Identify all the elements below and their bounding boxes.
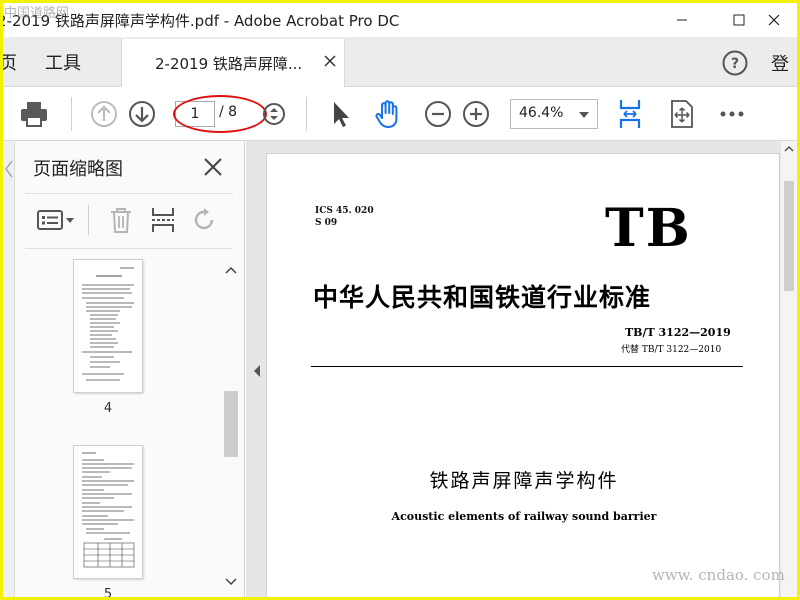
page-thumbnail[interactable] [73,259,143,393]
chevron-down-icon [579,112,589,118]
document-view: ICS 45. 020 S 09 TB 中华人民共和国铁道行业标准 TB/T 3… [246,141,797,597]
fit-width-button[interactable] [613,97,647,131]
chevron-up-icon [225,266,237,274]
next-page-button[interactable] [125,97,159,131]
arrow-down-circle-icon [129,101,155,127]
minus-circle-icon [425,101,451,127]
document-scroll-thumb[interactable] [784,181,794,291]
login-button[interactable]: 登 [771,50,789,76]
panel-title: 页面缩略图 [33,159,123,180]
svg-text:?: ? [731,56,739,72]
pdf-page: ICS 45. 020 S 09 TB 中华人民共和国铁道行业标准 TB/T 3… [266,153,780,597]
pointer-icon [334,102,349,127]
document-title-english: Acoustic elements of railway sound barri… [391,510,657,523]
zoom-level-value: 46.4% [519,105,564,121]
caret-left-icon [254,365,260,377]
thumbnail-text-lines [82,267,134,381]
minimize-button[interactable] [659,3,705,37]
close-icon [768,14,780,26]
stepper-icon [263,103,285,125]
panel-chevron-icon [5,160,13,178]
toolbar-divider [71,97,72,131]
page-number-input[interactable] [175,101,215,127]
document-tab-label: 2-2019 铁路声屏障... [155,55,303,73]
ccs-code: S 09 [315,218,338,228]
close-tab-button[interactable] [322,53,338,69]
thumbnail-list: 4 5 [25,251,221,597]
maximize-icon [733,14,745,26]
page-count: / 8 [219,104,238,120]
zoom-out-button[interactable] [421,97,455,131]
rotate-icon [194,208,214,230]
tab-document[interactable]: 2-2019 铁路声屏障... [121,39,345,87]
zoom-level-dropdown[interactable]: 46.4% [510,99,598,129]
panel-edge [3,141,15,597]
trash-icon [111,208,131,233]
more-icon [720,111,744,117]
printer-icon [21,102,47,127]
select-tool-button[interactable] [323,97,357,131]
minimize-icon [677,19,687,21]
panel-divider [25,248,233,249]
watermark-top: 中国道路网 [4,6,70,21]
rotate-page-button[interactable] [188,203,222,237]
toolbar-divider [306,97,307,131]
thumbnail-page-number: 4 [103,401,113,416]
ics-code: ICS 45. 020 [315,206,374,216]
page-thumbnail[interactable] [73,445,143,579]
fit-width-icon [619,100,641,128]
plus-circle-icon [463,101,489,127]
acrobat-window: 2-2019 铁路声屏障声学构件.pdf - Adobe Acrobat Pro… [3,3,797,597]
title-bar: 2-2019 铁路声屏障声学构件.pdf - Adobe Acrobat Pro… [3,3,797,37]
arrow-up-circle-icon [91,101,117,127]
panel-divider [25,193,233,194]
header-rule [311,366,743,367]
chevron-down-icon [225,578,237,586]
print-button[interactable] [17,97,51,131]
hand-icon [375,100,398,128]
tab-tools[interactable]: 工具 [45,49,81,75]
document-title: 铁路声屏障声学构件 [429,470,619,492]
page-extract-icon [152,208,174,232]
panel-tool-divider [87,203,89,237]
page-thumbnails-panel: 页面缩略图 4 5 [3,141,245,597]
chevron-up-icon [784,146,794,152]
replaces-standard: 代替 TB/T 3122—2010 [621,345,722,355]
close-window-button[interactable] [751,3,797,37]
tab-home[interactable]: 页 [3,49,17,75]
extract-pages-button[interactable] [146,203,180,237]
thumbnail-scroll-thumb[interactable] [224,391,238,457]
thumbnail-options-button[interactable] [33,203,79,237]
close-panel-button[interactable] [201,155,225,179]
collapse-panel-button[interactable] [252,363,262,377]
previous-page-button[interactable] [87,97,121,131]
help-button[interactable]: ? [721,49,749,77]
standard-logo: TB [605,198,692,259]
thumbnail-text-lines [82,452,135,568]
rotate-fit-button[interactable] [665,97,699,131]
standard-organization: 中华人民共和国铁道行业标准 [313,283,652,312]
close-icon [204,158,222,176]
standard-number: TB/T 3122—2019 [625,326,731,339]
more-tools-button[interactable] [715,97,749,131]
close-icon [324,55,336,67]
toolbar: / 8 [3,87,797,141]
hand-tool-button[interactable] [371,97,405,131]
thumbnail-page-number: 5 [103,587,113,597]
help-icon: ? [722,50,748,76]
tab-bar: 页 工具 2-2019 铁路声屏障... ? 登 [3,37,797,87]
zoom-in-button[interactable] [459,97,493,131]
page-arrows-icon [671,100,693,128]
delete-pages-button[interactable] [104,203,138,237]
page-navigation-stepper[interactable] [257,97,291,131]
watermark-bottom: www. cndao. com [652,566,785,584]
list-options-icon [37,210,74,230]
